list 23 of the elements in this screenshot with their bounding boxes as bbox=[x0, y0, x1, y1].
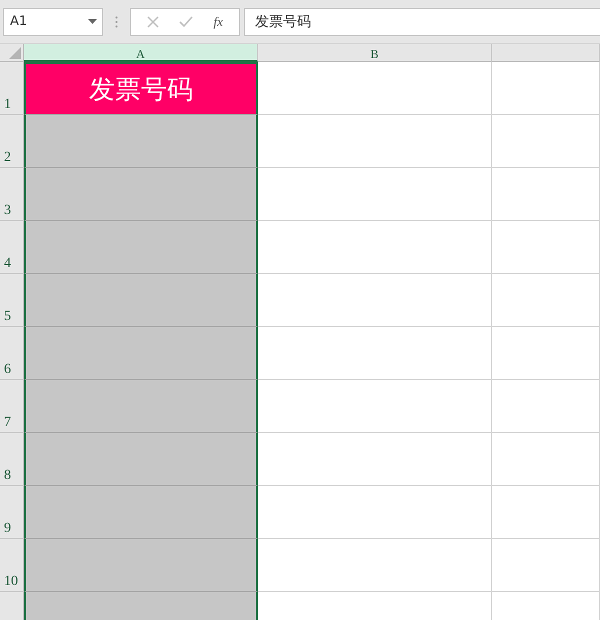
row-header[interactable]: 1 bbox=[0, 62, 24, 115]
column-header[interactable]: B bbox=[258, 44, 492, 62]
row-header[interactable]: 4 bbox=[0, 221, 24, 274]
column-header[interactable] bbox=[492, 44, 600, 62]
row-header[interactable]: 8 bbox=[0, 433, 24, 486]
grip-icon bbox=[115, 16, 118, 28]
row-header[interactable]: 10 bbox=[0, 539, 24, 592]
row-header[interactable]: 6 bbox=[0, 327, 24, 380]
row-header[interactable]: 3 bbox=[0, 168, 24, 221]
row-header[interactable]: 5 bbox=[0, 274, 24, 327]
row-header[interactable]: 9 bbox=[0, 486, 24, 539]
formula-field[interactable]: 发票号码 bbox=[244, 8, 600, 36]
caret-icon[interactable] bbox=[88, 19, 97, 24]
cancel-icon[interactable] bbox=[147, 16, 160, 28]
triangle-icon[interactable] bbox=[9, 47, 21, 59]
insert-function-button[interactable]: fx bbox=[214, 14, 223, 30]
table-cell: 发票号码 bbox=[24, 62, 258, 115]
name-box[interactable]: A1 bbox=[3, 8, 103, 36]
row-header[interactable]: 2 bbox=[0, 115, 24, 168]
row-header[interactable]: 7 bbox=[0, 380, 24, 433]
check-icon[interactable] bbox=[179, 16, 194, 28]
select-all-button[interactable] bbox=[0, 44, 24, 62]
column-header[interactable]: A bbox=[24, 44, 258, 62]
